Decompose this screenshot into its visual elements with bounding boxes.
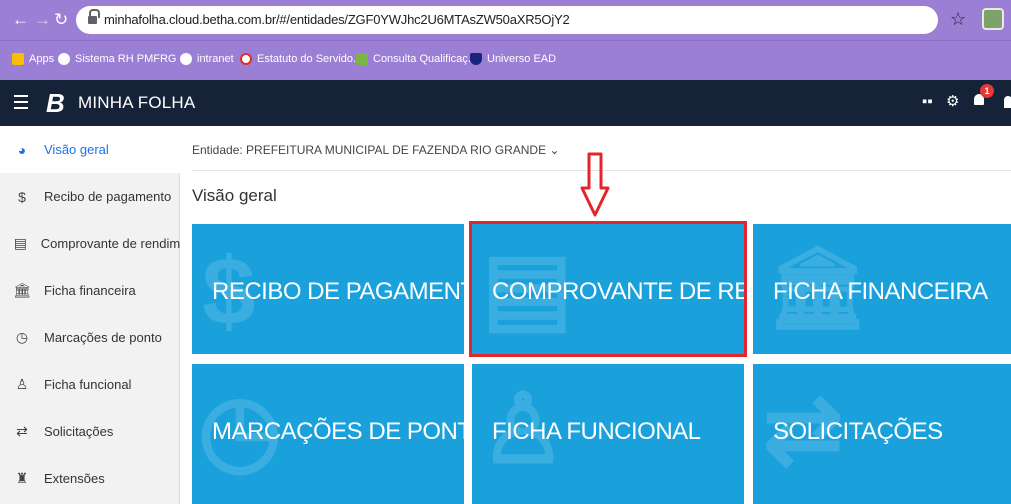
lock-icon bbox=[88, 9, 100, 24]
tile-marcacoes-de-ponto[interactable]: ◷ MARCAÇÕES DE PONTO bbox=[192, 364, 464, 504]
puzzle-icon: ♜ bbox=[15, 470, 29, 486]
app-title: MINHA FOLHA bbox=[78, 93, 196, 112]
bookmark-star-icon[interactable]: ☆ bbox=[950, 9, 966, 29]
bookmark-sistema-rh[interactable]: Sistema RH PMFRG bbox=[58, 53, 176, 65]
tile-label: FICHA FINANCEIRA bbox=[773, 278, 988, 305]
bank-icon: 🏛 bbox=[13, 282, 31, 298]
estatuto-icon bbox=[240, 53, 252, 65]
sidebar-item-label: Recibo de pagamento bbox=[44, 189, 172, 204]
app-header: B MINHA FOLHA ▪▪ ⚙ 1 bbox=[0, 80, 1011, 126]
sidebar-item-visao-geral[interactable]: ◕ Visão geral bbox=[0, 126, 180, 173]
chevron-down-icon: ⌄ bbox=[549, 143, 560, 157]
url-text[interactable]: minhafolha.cloud.betha.com.br/#/entidade… bbox=[104, 12, 570, 27]
tile-label: RECIBO DE PAGAMENTO bbox=[212, 278, 464, 305]
sidebar-item-label: Ficha funcional bbox=[44, 377, 132, 392]
sidebar-item-marcacoes[interactable]: ◷ Marcações de ponto bbox=[0, 314, 180, 361]
forward-icon[interactable]: → bbox=[34, 10, 51, 30]
user-icon[interactable] bbox=[1004, 96, 1011, 108]
bookmark-intranet[interactable]: intranet bbox=[180, 53, 234, 65]
page-title: Visão geral bbox=[192, 186, 277, 205]
entity-label: Entidade: PREFEITURA MUNICIPAL DE FAZEND… bbox=[192, 143, 547, 157]
globe-icon bbox=[58, 53, 70, 65]
address-bar[interactable]: minhafolha.cloud.betha.com.br/#/entidade… bbox=[76, 6, 938, 34]
sidebar-item-label: Visão geral bbox=[44, 142, 109, 157]
sidebar-item-label: Solicitações bbox=[44, 424, 114, 439]
sidebar-item-ficha-financeira[interactable]: 🏛 Ficha financeira bbox=[0, 267, 180, 314]
bookmark-universo-ead[interactable]: Universo EAD bbox=[470, 53, 556, 65]
sidebar-item-solicitacoes[interactable]: ⇄ Solicitações bbox=[0, 408, 180, 455]
shield-icon bbox=[470, 53, 482, 65]
reload-icon[interactable]: ↻ bbox=[54, 10, 68, 30]
bookmark-label: Apps bbox=[29, 53, 55, 65]
bookmark-label: Sistema RH PMFRG bbox=[75, 53, 177, 65]
sidebar-item-ficha-funcional[interactable]: ♙ Ficha funcional bbox=[0, 361, 180, 408]
bookmark-estatuto[interactable]: Estatuto do Servido... bbox=[240, 53, 362, 65]
red-arrow-annotation bbox=[580, 152, 610, 217]
apps-grid-icon bbox=[12, 53, 24, 65]
pie-chart-icon: ◕ bbox=[17, 141, 27, 158]
apps-grid-icon[interactable]: ▪▪ bbox=[922, 94, 933, 110]
globe-icon bbox=[180, 53, 192, 65]
browser-toolbar: ← → ↻ minhafolha.cloud.betha.com.br/#/en… bbox=[0, 0, 1011, 40]
plant-icon bbox=[356, 53, 368, 65]
settings-cogs-icon[interactable]: ⚙ bbox=[946, 94, 959, 110]
sidebar-item-extensoes[interactable]: ♜ Extensões bbox=[0, 455, 180, 502]
sidebar-item-label: Comprovante de rendim... bbox=[40, 236, 180, 251]
bookmark-label: Universo EAD bbox=[487, 53, 557, 65]
bookmark-label: Estatuto do Servido... bbox=[257, 53, 363, 65]
sidebar-item-comprovante[interactable]: ▤ Comprovante de rendim... bbox=[0, 220, 180, 267]
bookmark-label: intranet bbox=[197, 53, 234, 65]
tile-ficha-financeira[interactable]: 🏛 FICHA FINANCEIRA bbox=[753, 224, 1011, 354]
entity-selector[interactable]: Entidade: PREFEITURA MUNICIPAL DE FAZEND… bbox=[192, 143, 560, 157]
sidebar: ◕ Visão geral $ Recibo de pagamento ▤ Co… bbox=[0, 126, 180, 504]
sidebar-item-label: Ficha financeira bbox=[44, 283, 136, 298]
bookmarks-bar: Apps Sistema RH PMFRG intranet Estatuto … bbox=[0, 40, 1011, 80]
tile-label: COMPROVANTE DE REN... bbox=[492, 278, 744, 305]
sidebar-item-label: Marcações de ponto bbox=[44, 330, 162, 345]
sidebar-item-recibo[interactable]: $ Recibo de pagamento bbox=[0, 173, 180, 220]
dollar-icon: $ bbox=[18, 188, 26, 205]
tile-solicitacoes[interactable]: ⇄ SOLICITAÇÕES bbox=[753, 364, 1011, 504]
tile-label: SOLICITAÇÕES bbox=[773, 418, 943, 445]
tile-recibo-de-pagamento[interactable]: $ RECIBO DE PAGAMENTO bbox=[192, 224, 464, 354]
tile-label: MARCAÇÕES DE PONTO bbox=[212, 418, 464, 445]
bookmark-consulta[interactable]: Consulta Qualificaç... bbox=[356, 53, 477, 65]
sidebar-item-label: Extensões bbox=[44, 471, 105, 486]
menu-icon[interactable] bbox=[14, 95, 28, 109]
back-icon[interactable]: ← bbox=[12, 10, 29, 30]
notification-badge: 1 bbox=[980, 84, 994, 98]
extension-icon[interactable] bbox=[982, 8, 1004, 30]
document-icon: ▤ bbox=[13, 235, 27, 251]
tile-ficha-funcional[interactable]: ♙ FICHA FUNCIONAL bbox=[472, 364, 744, 504]
bookmark-label: Consulta Qualificaç... bbox=[373, 53, 477, 65]
tile-comprovante-de-rendimentos[interactable]: ▤ COMPROVANTE DE REN... bbox=[469, 221, 747, 357]
tile-label: FICHA FUNCIONAL bbox=[492, 418, 701, 445]
app-logo: B bbox=[46, 88, 65, 118]
exchange-icon: ⇄ bbox=[16, 423, 28, 439]
user-icon: ♙ bbox=[15, 376, 29, 392]
clock-icon: ◷ bbox=[15, 329, 29, 345]
bookmark-apps[interactable]: Apps bbox=[12, 53, 54, 65]
